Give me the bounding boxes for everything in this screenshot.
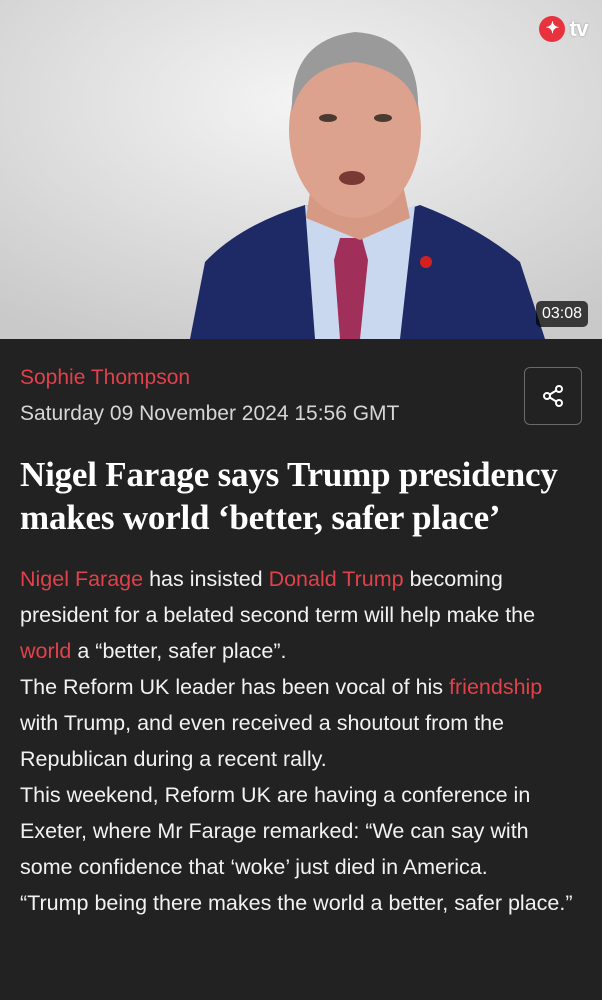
paragraph: This weekend, Reform UK are having a con… xyxy=(20,783,531,879)
link-donald-trump[interactable]: Donald Trump xyxy=(269,567,404,591)
author-link[interactable]: Sophie Thompson xyxy=(20,366,190,390)
independent-tv-logo: ✦ tv xyxy=(539,16,588,42)
share-icon xyxy=(543,385,563,407)
paragraph-text: a “better, safer place”. xyxy=(71,639,287,663)
publish-date: Saturday 09 November 2024 15:56 GMT xyxy=(20,402,400,425)
paragraph-text: has insisted xyxy=(143,567,269,591)
link-friendship[interactable]: friendship xyxy=(449,675,542,699)
article-container: Sophie Thompson Saturday 09 November 202… xyxy=(0,339,602,921)
video-duration: 03:08 xyxy=(535,301,588,327)
link-nigel-farage[interactable]: Nigel Farage xyxy=(20,567,143,591)
share-button[interactable] xyxy=(524,367,582,425)
article-headline: Nigel Farage says Trump presidency makes… xyxy=(20,455,558,537)
eagle-icon: ✦ xyxy=(539,16,566,42)
paragraph: The Reform UK leader has been vocal of h… xyxy=(20,669,582,777)
article-body: Nigel Farage has insisted Donald Trump b… xyxy=(20,561,582,921)
video-player[interactable]: ✦ tv 03:08 xyxy=(0,0,602,339)
paragraph-text: The Reform UK leader has been vocal of h… xyxy=(20,675,450,699)
paragraph-text: with Trump, and even received a shoutout… xyxy=(20,711,505,771)
article-meta: Sophie Thompson Saturday 09 November 202… xyxy=(20,339,582,439)
logo-text: tv xyxy=(569,16,588,41)
video-thumbnail xyxy=(0,0,602,339)
paragraph: Nigel Farage has insisted Donald Trump b… xyxy=(20,561,582,669)
paragraph: “Trump being there makes the world a bet… xyxy=(20,891,573,915)
link-world[interactable]: world xyxy=(20,639,71,663)
